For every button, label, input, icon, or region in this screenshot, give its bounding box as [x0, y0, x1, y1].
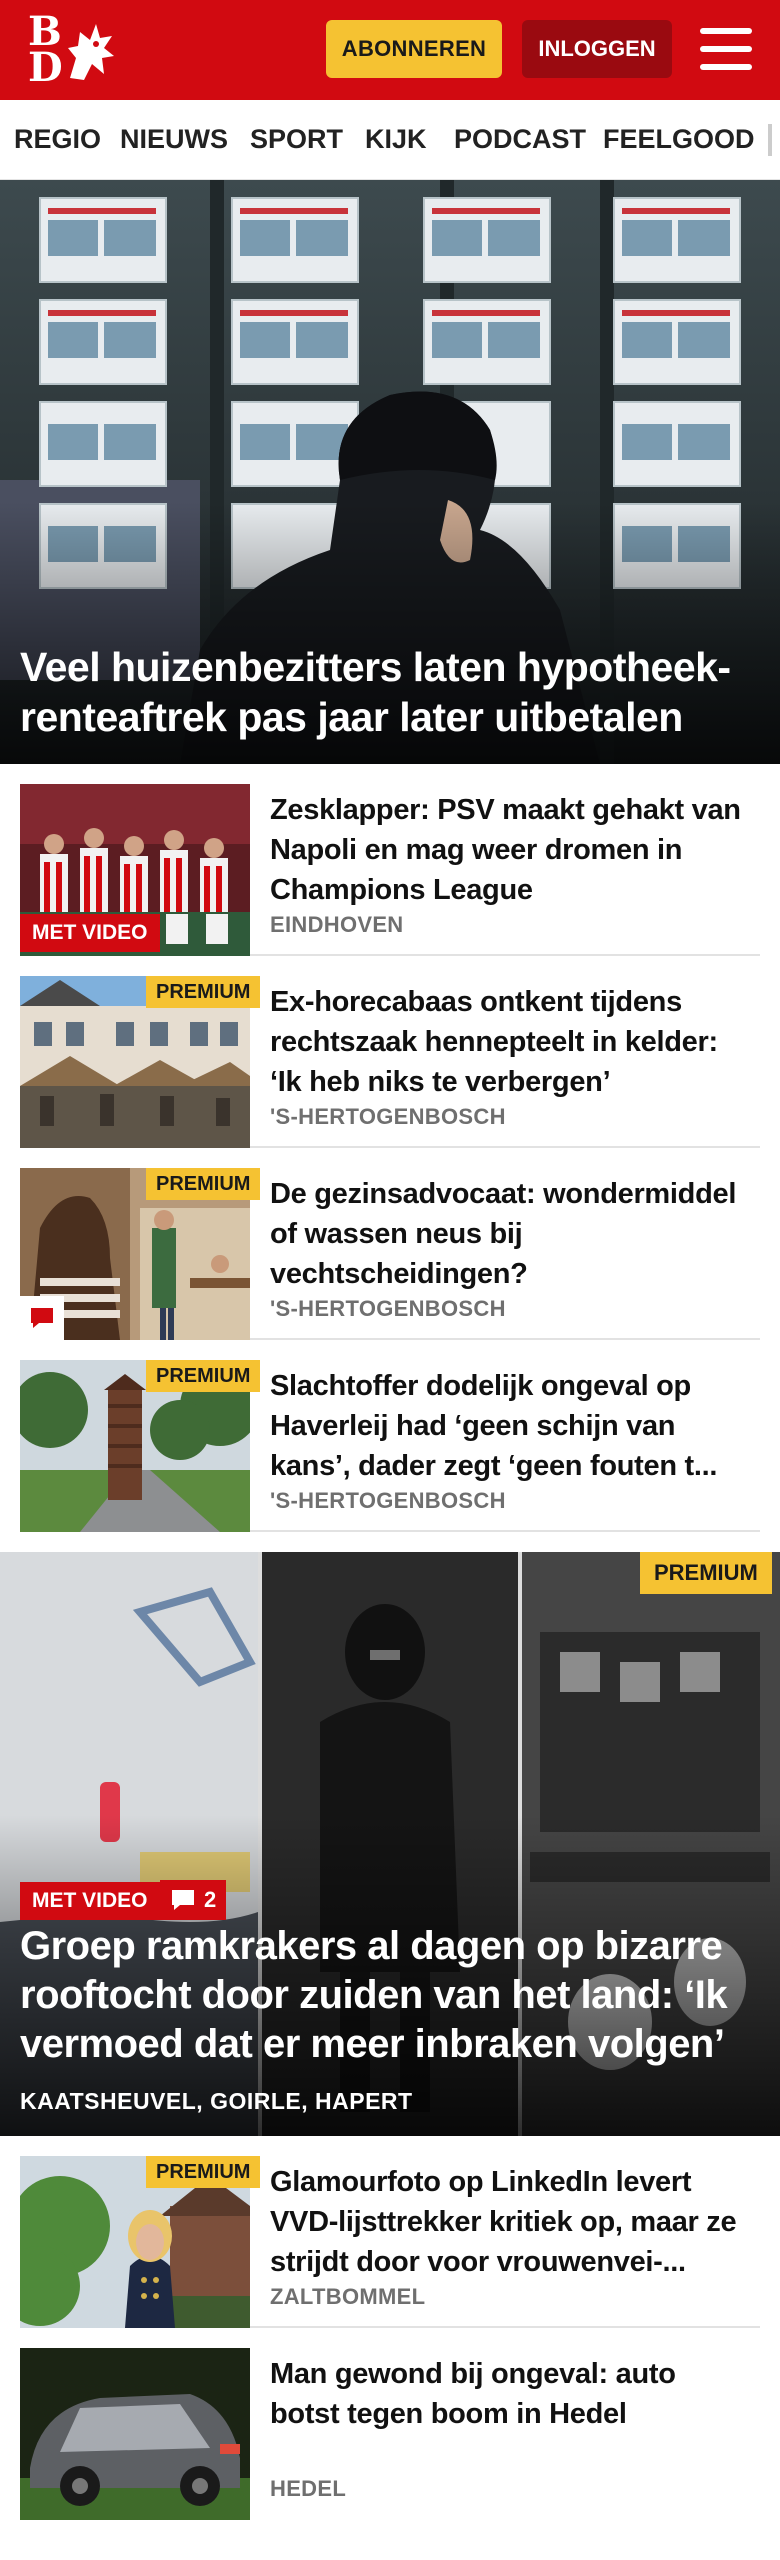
hero-title[interactable]: Veel huizenbezitters laten hypotheek­ren…: [20, 642, 770, 742]
article-title[interactable]: Man gewond bij ongeval: auto botst tegen…: [270, 2354, 750, 2434]
article-item[interactable]: Man gewond bij ongeval: auto botst tegen…: [20, 2348, 760, 2520]
login-button[interactable]: INLOGGEN: [522, 20, 672, 78]
article-item[interactable]: PREMIUM Ex-horecabaas ontkent tijdens re…: [20, 976, 760, 1148]
nav-item-feelgood[interactable]: FEELGOOD: [603, 100, 755, 179]
article-title[interactable]: Glamourfoto op LinkedIn levert VVD-lijst…: [270, 2162, 750, 2282]
comment-icon: [20, 1296, 64, 1340]
subscribe-button[interactable]: ABONNEREN: [326, 20, 502, 78]
hamburger-menu-icon[interactable]: [700, 26, 752, 72]
feature-location: KAATSHEUVEL, GOIRLE, HAPERT: [20, 2088, 413, 2114]
dragon-icon: [68, 24, 114, 80]
nav-item-sport[interactable]: SPORT: [250, 100, 343, 179]
top-bar: B D ABONNEREN INLOGGEN: [0, 0, 780, 100]
hero-article[interactable]: Veel huizenbezitters laten hypotheek­ren…: [0, 180, 780, 764]
article-title[interactable]: Slachtoffer dodelijk ongeval op Haverlei…: [270, 1366, 750, 1486]
article-thumbnail: [20, 2348, 250, 2520]
article-title[interactable]: Zesklapper: PSV maakt gehakt van Napoli …: [270, 790, 750, 910]
nav-item-nieuws[interactable]: NIEUWS: [120, 100, 228, 179]
bd-logo[interactable]: B D: [26, 12, 118, 91]
comment-count: 2: [204, 1887, 217, 1912]
article-item[interactable]: PREMIUM Glamourfoto op LinkedIn levert V…: [20, 2156, 760, 2328]
article-location: ZALTBOMMEL: [270, 2284, 426, 2309]
article-title[interactable]: De gezinsadvocaat: wondermid­del of wass…: [270, 1174, 750, 1294]
nav-overflow-indicator: [768, 124, 772, 156]
premium-badge: PREMIUM: [146, 1360, 261, 1392]
article-location: 'S-HERTOGENBOSCH: [270, 1296, 506, 1321]
article-location: 'S-HERTOGENBOSCH: [270, 1104, 506, 1129]
comment-icon: [172, 1890, 194, 1910]
comment-count-badge[interactable]: 2: [160, 1880, 227, 1920]
article-location: 'S-HERTOGENBOSCH: [270, 1488, 506, 1513]
logo-letter-d: D: [28, 44, 63, 91]
premium-badge: PREMIUM: [146, 2156, 261, 2188]
premium-badge: PREMIUM: [146, 976, 261, 1008]
article-item[interactable]: PREMIUM De gezinsadvocaat: wondermid­del…: [20, 1168, 760, 1340]
article-item[interactable]: PREMIUM Slachtoffer dodelijk ongeval op …: [20, 1360, 760, 1532]
article-item[interactable]: MET VIDEO Zesklapper: PSV maakt gehakt v…: [20, 784, 760, 956]
article-location: EINDHOVEN: [270, 912, 404, 937]
video-badge: MET VIDEO: [20, 1882, 160, 1920]
nav-item-kijk[interactable]: KIJK: [365, 100, 427, 179]
premium-badge: PREMIUM: [146, 1168, 261, 1200]
feature-article[interactable]: PREMIUM MET VIDEO 2 Groep ramkrakers al …: [0, 1552, 780, 2136]
premium-badge: PREMIUM: [640, 1552, 772, 1594]
feature-title[interactable]: Groep ramkrakers al dagen op bizarre roo…: [20, 1922, 780, 2069]
nav-item-podcast[interactable]: PODCAST: [454, 100, 586, 179]
video-badge: MET VIDEO: [20, 914, 160, 952]
article-location: HEDEL: [270, 2476, 347, 2501]
article-title[interactable]: Ex-horecabaas ontkent tijdens rechtszaak…: [270, 982, 750, 1102]
section-nav: REGIO NIEUWS SPORT KIJK PODCAST FEELGOOD: [0, 100, 780, 180]
nav-item-regio[interactable]: REGIO: [14, 100, 101, 179]
